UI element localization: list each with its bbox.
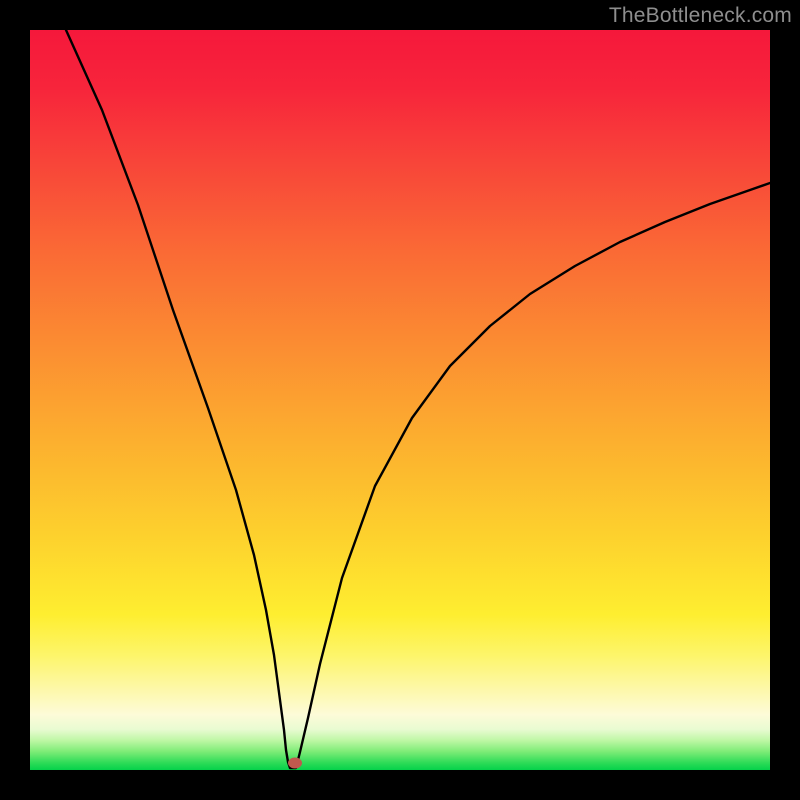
minimum-marker — [288, 758, 302, 769]
bottleneck-curve — [66, 30, 770, 768]
watermark-text: TheBottleneck.com — [609, 4, 792, 28]
chart-frame: TheBottleneck.com — [0, 0, 800, 800]
plot-area — [30, 30, 770, 770]
curve-layer — [30, 30, 770, 770]
